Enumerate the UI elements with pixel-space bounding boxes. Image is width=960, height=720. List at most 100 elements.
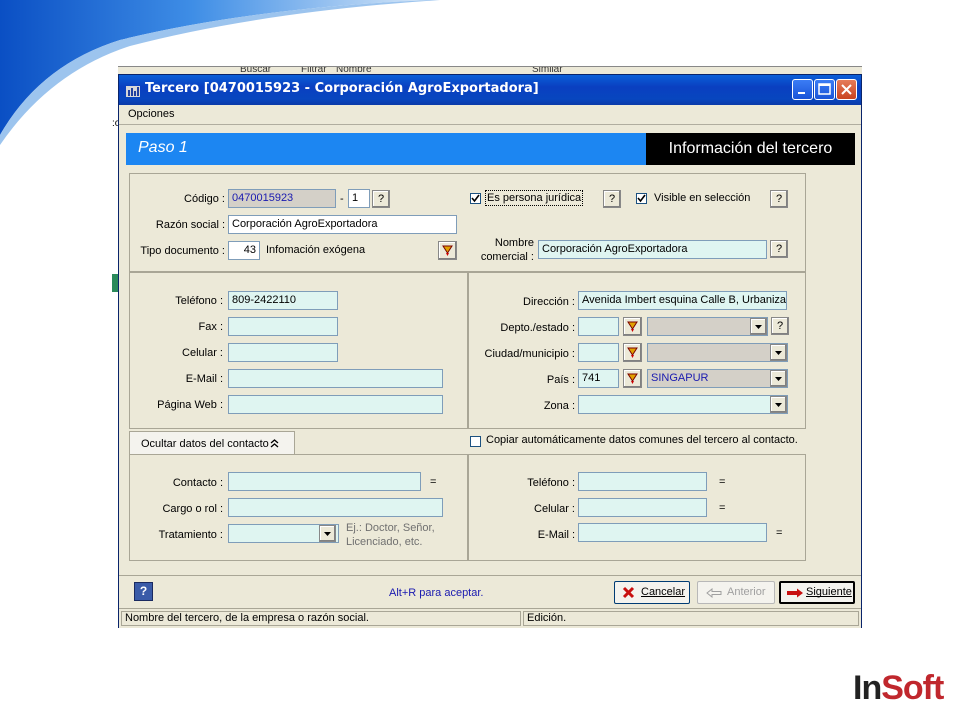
tratamiento-hint-2: Licenciado, etc. [346, 536, 423, 548]
contacto-email-label: E-Mail : [537, 529, 575, 541]
pais-picker[interactable] [623, 369, 642, 388]
ciudad-dropdown-button[interactable] [770, 344, 787, 361]
codigo-suffix-field[interactable]: 1 [348, 189, 370, 208]
contacto-eq: = [430, 476, 437, 488]
zona-dropdown-button[interactable] [770, 396, 787, 413]
depto-label: Depto./estado : [500, 322, 575, 334]
persona-juridica-checkbox[interactable] [470, 193, 481, 204]
menu-opciones[interactable]: Opciones [128, 108, 174, 120]
contacto-email-eq: = [776, 527, 783, 539]
persona-help-button[interactable]: ? [603, 190, 621, 208]
minimize-button[interactable] [792, 79, 813, 100]
celular-label: Celular : [182, 347, 223, 359]
depto-picker[interactable] [623, 317, 642, 336]
status-bar: Nombre del tercero, de la empresa o razó… [119, 608, 861, 628]
tipo-documento-code[interactable]: 43 [228, 241, 260, 260]
nombre-comercial-label-2: comercial : [480, 251, 534, 263]
siguiente-label: Siguiente [806, 586, 852, 598]
step-heading: Información del tercero [646, 133, 855, 165]
depto-code-field[interactable] [578, 317, 619, 336]
tab-ocultar-contacto-label: Ocultar datos del contacto [141, 438, 269, 450]
contacto-celular-eq: = [719, 502, 726, 514]
picker-icon [627, 321, 638, 332]
pais-code-field[interactable]: 741 [578, 369, 619, 388]
tratamiento-label: Tratamiento : [158, 529, 223, 541]
visible-seleccion-checkbox[interactable] [636, 193, 647, 204]
telefono-label: Teléfono : [175, 295, 223, 307]
direccion-field[interactable]: Avenida Imbert esquina Calle B, Urbaniza… [578, 291, 787, 310]
tratamiento-dropdown-button[interactable] [319, 525, 336, 542]
picker-icon [442, 245, 453, 256]
maximize-button[interactable] [814, 79, 835, 100]
insoft-logo: InSoft [853, 668, 944, 708]
close-button[interactable] [836, 79, 857, 100]
razon-social-label: Razón social : [155, 219, 225, 231]
cancelar-label: Cancelar [641, 586, 686, 598]
ciudad-picker[interactable] [623, 343, 642, 362]
siguiente-button[interactable]: Siguiente [779, 581, 855, 604]
cancel-x-icon [622, 586, 635, 599]
zona-select[interactable] [578, 395, 788, 414]
arrow-left-icon [706, 588, 722, 598]
contacto-telefono-label: Teléfono : [527, 477, 575, 489]
cancelar-button[interactable]: Cancelar [614, 581, 690, 604]
nombre-comercial-help-button[interactable]: ? [770, 240, 788, 258]
tratamiento-hint-1: Ej.: Doctor, Señor, [346, 522, 435, 534]
contacto-celular-field[interactable] [578, 498, 707, 517]
help-button[interactable]: ? [134, 582, 153, 601]
picker-icon [627, 347, 638, 358]
visible-seleccion-label[interactable]: Visible en selección [654, 192, 750, 204]
ciudad-select[interactable] [647, 343, 788, 362]
chevron-down-icon [775, 403, 782, 407]
ciudad-code-field[interactable] [578, 343, 619, 362]
tab-ocultar-contacto[interactable]: Ocultar datos del contacto [129, 431, 295, 454]
arrow-right-icon [787, 588, 803, 598]
button-bar: ? Alt+R para aceptar. Cancelar Anterior … [119, 575, 861, 609]
contacto-telefono-field[interactable] [578, 472, 707, 491]
codigo-help-button[interactable]: ? [372, 190, 390, 208]
ciudad-label: Ciudad/municipio : [484, 348, 576, 360]
title-bar[interactable]: Tercero [0470015923 - Corporación AgroEx… [119, 75, 861, 105]
cargo-label: Cargo o rol : [162, 503, 223, 515]
contacto-celular-label: Celular : [534, 503, 575, 515]
email-label: E-Mail : [185, 373, 223, 385]
app-icon [126, 86, 140, 97]
pais-select[interactable]: SINGAPUR [647, 369, 788, 388]
pais-label: País : [546, 374, 575, 386]
anterior-button[interactable]: Anterior [697, 581, 775, 604]
accept-hint: Alt+R para aceptar. [389, 587, 484, 599]
status-message: Nombre del tercero, de la empresa o razó… [121, 611, 521, 626]
razon-social-field[interactable]: Corporación AgroExportadora [228, 215, 457, 234]
step-label: Paso 1 [138, 139, 188, 156]
email-field[interactable] [228, 369, 443, 388]
tipo-documento-picker[interactable] [438, 241, 457, 260]
close-icon [841, 84, 852, 95]
depto-help-button[interactable]: ? [771, 317, 789, 335]
persona-juridica-label[interactable]: Es persona jurídica [485, 190, 584, 206]
cargo-field[interactable] [228, 498, 443, 517]
nombre-comercial-field[interactable]: Corporación AgroExportadora [538, 240, 767, 259]
tipo-documento-desc: Infomación exógena [262, 241, 432, 260]
telefono-field[interactable]: 809-2422110 [228, 291, 338, 310]
logo-part-2: Soft [881, 669, 944, 707]
pagina-web-field[interactable] [228, 395, 443, 414]
codigo-label: Código : [184, 193, 225, 205]
codigo-field[interactable]: 0470015923 [228, 189, 336, 208]
visible-help-button[interactable]: ? [770, 190, 788, 208]
depto-dropdown-button[interactable] [750, 318, 767, 335]
fax-label: Fax : [198, 321, 223, 333]
checkmark-icon [637, 194, 646, 203]
fax-field[interactable] [228, 317, 338, 336]
contacto-field[interactable] [228, 472, 421, 491]
celular-field[interactable] [228, 343, 338, 362]
copiar-datos-checkbox[interactable] [470, 436, 481, 447]
checkmark-icon [471, 194, 480, 203]
contacto-email-field[interactable] [578, 523, 767, 542]
pais-dropdown-button[interactable] [770, 370, 787, 387]
chevron-down-icon [324, 532, 331, 536]
picker-icon [627, 373, 638, 384]
copiar-datos-label[interactable]: Copiar automáticamente datos comunes del… [486, 434, 798, 446]
window-title: Tercero [0470015923 - Corporación AgroEx… [145, 81, 539, 96]
pagina-web-label: Página Web : [157, 399, 223, 411]
logo-part-1: In [853, 669, 882, 707]
